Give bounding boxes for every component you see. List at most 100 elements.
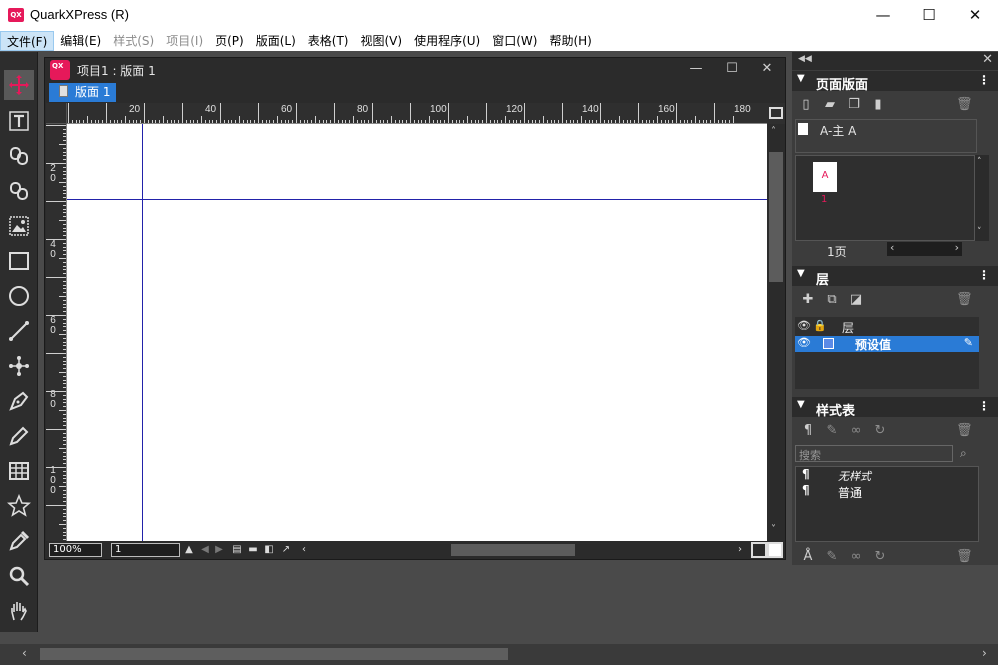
doc-close-button[interactable]: ✕ <box>756 59 778 81</box>
page-menu-arrow-icon[interactable]: ▲ <box>182 543 196 557</box>
duplicate-style-icon[interactable]: ∞ <box>848 423 864 439</box>
pen-tool-icon[interactable] <box>4 386 34 416</box>
text-unlinking-tool-icon[interactable] <box>4 176 34 206</box>
thumbnails-scrollbar[interactable]: ˄ ˅ <box>975 155 989 241</box>
style-search-input[interactable]: 搜索 <box>795 445 953 462</box>
maximize-button[interactable]: ☐ <box>906 0 952 31</box>
freehand-pencil-tool-icon[interactable] <box>4 421 34 451</box>
margin-guide-top[interactable] <box>67 199 767 200</box>
vertical-ruler[interactable]: 2 0 4 0 6 0 8 0 1 0 0 <box>46 124 67 541</box>
horizontal-ruler[interactable]: 20 40 60 80 100 120 140 160 180 <box>67 103 767 124</box>
collapse-dock-icon[interactable]: ◀◀ <box>798 54 812 64</box>
pasteboard-toggle-icon[interactable] <box>767 542 783 558</box>
page-properties-icon[interactable]: ▮ <box>870 97 886 113</box>
page-thumbnail[interactable]: A <box>813 162 837 192</box>
merge-layers-icon[interactable]: ⧉ <box>824 292 840 308</box>
application-scrollbar[interactable]: ‹ › <box>0 644 998 665</box>
tab-layout-1[interactable]: 版面 1 <box>49 83 116 102</box>
rectangle-box-tool-icon[interactable] <box>4 246 34 276</box>
panel-menu-icon[interactable]: ⋮ <box>978 399 990 413</box>
style-sheets-panel-header[interactable]: ▼ 样式表 ⋮ <box>792 397 998 419</box>
menu-page[interactable]: 页(P) <box>209 31 250 51</box>
split-view-icon[interactable]: ▬ <box>246 543 260 557</box>
layer-row[interactable]: 👁 预设值 ✎ <box>795 336 979 352</box>
doc-minimize-button[interactable]: — <box>685 59 707 81</box>
move-tool-icon[interactable] <box>4 70 34 100</box>
collapse-arrow-icon[interactable]: ▼ <box>797 399 805 410</box>
duplicate-style-icon[interactable]: ∞ <box>848 549 864 565</box>
menu-help[interactable]: 帮助(H) <box>543 31 597 51</box>
zoom-field[interactable]: 100% <box>49 543 102 557</box>
text-content-tool-icon[interactable] <box>4 106 34 136</box>
margin-guide-left[interactable] <box>142 124 143 541</box>
menu-edit[interactable]: 编辑(E) <box>54 31 107 51</box>
menu-window[interactable]: 窗口(W) <box>486 31 543 51</box>
search-icon[interactable]: ⌕ <box>960 446 967 461</box>
line-tool-icon[interactable] <box>4 316 34 346</box>
split-vertical-icon[interactable]: ◧ <box>262 543 276 557</box>
picture-content-tool-icon[interactable] <box>4 211 34 241</box>
scroll-up-icon[interactable]: ˄ <box>771 126 776 137</box>
update-style-icon[interactable]: ↻ <box>872 423 888 439</box>
menu-view[interactable]: 视图(V) <box>355 31 409 51</box>
scroll-down-icon[interactable]: ˅ <box>771 524 776 535</box>
collapse-arrow-icon[interactable]: ▼ <box>797 268 805 279</box>
eyedropper-tool-icon[interactable] <box>4 526 34 556</box>
page-view-toggle-icon[interactable] <box>751 542 767 558</box>
menu-table[interactable]: 表格(T) <box>302 31 355 51</box>
master-page-label[interactable]: A-主 A <box>820 122 856 139</box>
application-scroll-thumb[interactable] <box>40 648 508 660</box>
ruler-origin[interactable] <box>46 103 67 124</box>
text-linking-tool-icon[interactable] <box>4 141 34 171</box>
panel-menu-icon[interactable]: ⋮ <box>978 73 990 87</box>
scroll-right-icon[interactable]: › <box>982 646 987 660</box>
horizontal-scroll-thumb[interactable] <box>451 544 575 556</box>
new-layer-icon[interactable]: ✚ <box>800 292 816 308</box>
scroll-right-icon[interactable]: › <box>733 543 747 557</box>
delete-style-icon[interactable]: 🗑 <box>956 423 973 439</box>
layer-name[interactable]: 预设值 <box>855 336 891 353</box>
update-style-icon[interactable]: ↻ <box>872 549 888 565</box>
bezier-tool-icon[interactable] <box>4 351 34 381</box>
scroll-left-icon[interactable]: ‹ <box>297 543 311 557</box>
oval-box-tool-icon[interactable] <box>4 281 34 311</box>
thumbnail-hscroll[interactable]: ‹ › <box>887 241 962 256</box>
menu-layout[interactable]: 版面(L) <box>250 31 302 51</box>
style-row[interactable]: ¶ 无样式 <box>796 467 978 483</box>
close-dock-icon[interactable]: ✕ <box>982 52 993 67</box>
edit-style-icon[interactable]: ✎ <box>824 423 840 439</box>
scroll-right-icon[interactable]: › <box>955 241 959 254</box>
edit-pencil-icon[interactable]: ✎ <box>964 336 973 349</box>
layout-canvas[interactable] <box>67 124 767 541</box>
previous-page-icon[interactable]: ◀ <box>198 543 212 557</box>
scroll-left-icon[interactable]: ‹ <box>22 646 27 660</box>
layout-view-icon[interactable]: ▤ <box>230 543 244 557</box>
scroll-left-icon[interactable]: ‹ <box>890 241 894 254</box>
menu-utilities[interactable]: 使用程序(U) <box>408 31 486 51</box>
vertical-scroll-thumb[interactable] <box>769 152 783 282</box>
page-number-field[interactable]: 1 <box>111 543 180 557</box>
new-master-page-icon[interactable]: ▰ <box>822 97 838 113</box>
menu-item[interactable]: 项目(I) <box>160 31 209 51</box>
style-name[interactable]: 无样式 <box>838 468 871 484</box>
move-item-to-layer-icon[interactable]: ◪ <box>848 292 864 308</box>
minimize-button[interactable]: — <box>860 0 906 31</box>
close-button[interactable]: ✕ <box>952 0 998 31</box>
page-layout-panel-header[interactable]: ▼ 页面版面 ⋮ <box>792 71 998 93</box>
scroll-up-icon[interactable]: ˄ <box>977 157 982 167</box>
layer-color-swatch[interactable] <box>823 338 834 349</box>
next-page-icon[interactable]: ▶ <box>212 543 226 557</box>
document-page[interactable] <box>67 124 767 541</box>
new-character-style-icon[interactable]: Å <box>800 549 816 565</box>
duplicate-page-icon[interactable]: ❐ <box>846 97 862 113</box>
panel-menu-icon[interactable]: ⋮ <box>978 268 990 282</box>
doc-maximize-button[interactable]: ☐ <box>721 59 743 81</box>
collapse-arrow-icon[interactable]: ▼ <box>797 73 805 84</box>
export-icon[interactable]: ↗ <box>279 543 293 557</box>
delete-style-icon[interactable]: 🗑 <box>956 549 973 565</box>
star-box-tool-icon[interactable] <box>4 491 34 521</box>
vertical-scrollbar[interactable]: ˄ ˅ <box>767 124 785 541</box>
new-paragraph-style-icon[interactable]: ¶ <box>800 423 816 439</box>
delete-layer-icon[interactable]: 🗑 <box>956 292 973 308</box>
menu-file[interactable]: 文件(F) <box>0 31 55 51</box>
